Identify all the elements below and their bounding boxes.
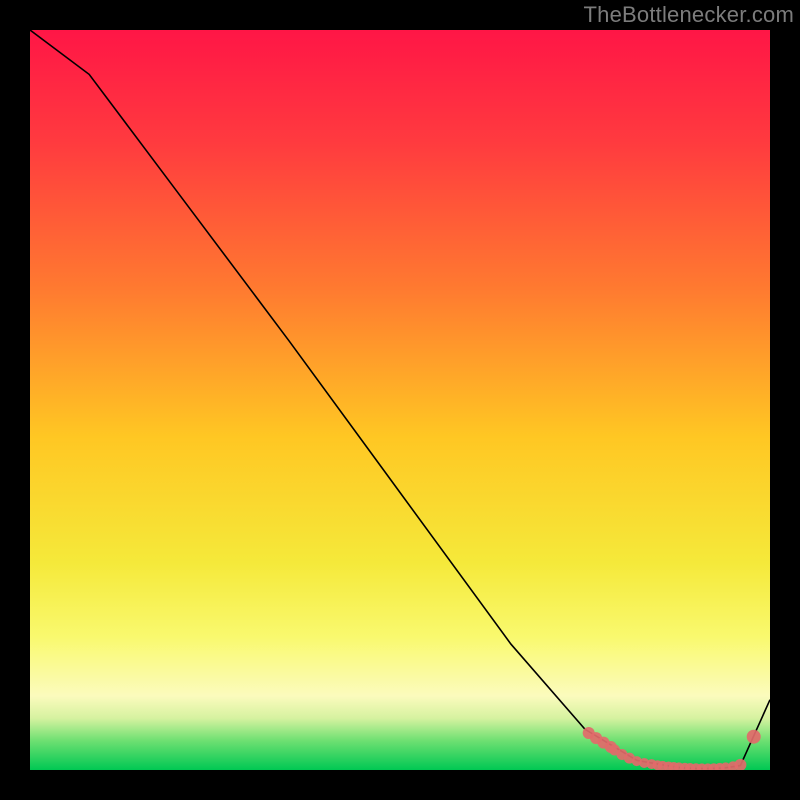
chart-stage: TheBottlenecker.com — [0, 0, 800, 800]
plot-area — [30, 30, 770, 770]
watermark-text: TheBottlenecker.com — [584, 2, 794, 28]
marker-point — [734, 759, 746, 770]
bottleneck-curve — [30, 30, 770, 769]
curve-markers — [583, 727, 761, 770]
chart-svg — [30, 30, 770, 770]
marker-point — [747, 730, 761, 744]
